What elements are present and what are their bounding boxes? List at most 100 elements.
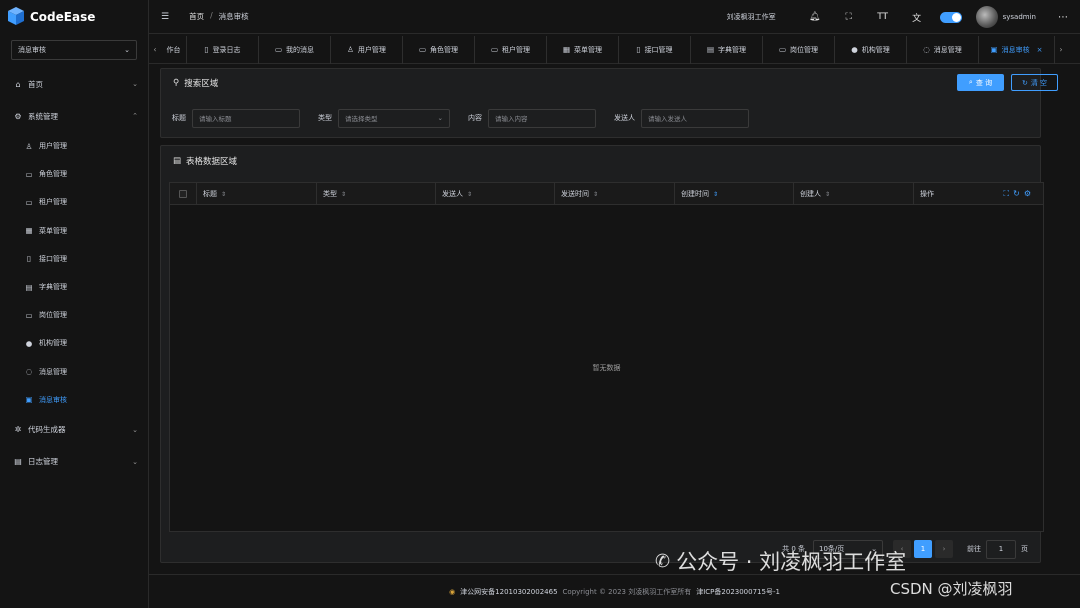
translate-icon[interactable]: 文: [900, 11, 934, 24]
sidebar-item-apis[interactable]: ▯ 接口管理: [0, 245, 148, 273]
search-area-icon: ⚲: [173, 78, 180, 88]
menu-search-select[interactable]: 消息审核 ⌄: [11, 40, 137, 60]
tab-workbench[interactable]: 作台: [161, 35, 187, 64]
type-select[interactable]: 请选择类型 ⌄: [338, 108, 450, 128]
collapse-menu-icon[interactable]: ☰: [161, 12, 169, 22]
sidebar-item-users[interactable]: ♙ 用户管理: [0, 132, 148, 160]
sidebar-item-messages[interactable]: ◌ 消息管理: [0, 358, 148, 386]
sidebar-item-menus[interactable]: ▦ 菜单管理: [0, 217, 148, 245]
sidebar-item-label: 菜单管理: [39, 226, 67, 235]
select-all-checkbox[interactable]: [179, 190, 187, 198]
more-icon[interactable]: ⋯: [1058, 12, 1068, 23]
sort-icon[interactable]: ⇕: [713, 191, 718, 198]
chevron-up-icon: ⌃: [132, 112, 138, 120]
sidebar-item-logs[interactable]: ▤ 日志管理 ⌄: [0, 446, 148, 478]
username[interactable]: sysadmin: [1003, 13, 1036, 21]
sidebar-item-codegen[interactable]: ✲ 代码生成器 ⌄: [0, 414, 148, 446]
tab-my-messages[interactable]: ▭ 我的消息: [259, 35, 331, 64]
settings-icon[interactable]: ⚙: [1024, 189, 1035, 198]
icp-record[interactable]: 津ICP备2023000715号-1: [696, 587, 780, 597]
tab-label: 我的消息: [286, 45, 315, 54]
column-type[interactable]: 类型 ⇕: [317, 183, 436, 205]
sidebar-item-roles[interactable]: ▭ 角色管理: [0, 160, 148, 188]
logo[interactable]: CodeEase: [0, 0, 148, 34]
sidebar-menu: ⌂ 首页 ⌄ ⚙ 系统管理 ⌃ ♙ 用户管理 ▭ 角色管理 ▭ 租户管理 ▦ 菜单管理 …: [0, 68, 148, 478]
data-table: 标题 ⇕ 类型 ⇕ 发送人 ⇕ 发送时间 ⇕ 创建时间 ⇕ 创建人 ⇕ 操作 ⛶↻⚙ 暂无数…: [169, 182, 1044, 532]
fullscreen-icon[interactable]: ⛶: [1004, 189, 1014, 198]
content-input[interactable]: 请输入内容: [488, 108, 596, 128]
chevron-down-icon: ⌄: [124, 46, 130, 54]
chat-icon: ◌: [923, 45, 930, 54]
copyright: Copyright © 2023 刘凌枫羽工作室所有: [562, 587, 692, 596]
avatar[interactable]: [975, 6, 998, 28]
sort-icon[interactable]: ⇕: [825, 191, 830, 198]
tab-apis[interactable]: ▯ 接口管理: [619, 35, 691, 64]
sidebar-item-label: 机构管理: [39, 339, 67, 348]
sort-icon[interactable]: ⇕: [593, 191, 598, 198]
sidebar-item-tenants[interactable]: ▭ 租户管理: [0, 188, 148, 216]
tab-orgs[interactable]: ● 机构管理: [835, 35, 907, 64]
table-card-title: 表格数据区域: [186, 157, 238, 167]
grid-icon: ▦: [25, 226, 33, 236]
studio-link[interactable]: 刘凌枫羽工作室: [727, 12, 776, 22]
tab-dicts[interactable]: ▤ 字典管理: [691, 35, 763, 64]
tab-label: 消息审核: [1001, 45, 1030, 54]
sort-icon[interactable]: ⇕: [221, 191, 226, 198]
reset-button[interactable]: ↻ 清 空: [1011, 74, 1058, 91]
sidebar-item-dicts[interactable]: ▤ 字典管理: [0, 273, 148, 301]
tab-tenants[interactable]: ▭ 租户管理: [475, 35, 547, 64]
tab-roles[interactable]: ▭ 角色管理: [403, 35, 475, 64]
tab-posts[interactable]: ▭ 岗位管理: [763, 35, 835, 64]
close-icon[interactable]: ×: [1037, 46, 1043, 54]
tab-label: 菜单管理: [574, 45, 603, 54]
chevron-left-icon[interactable]: ‹: [149, 45, 161, 54]
sidebar-item-label: 代码生成器: [28, 425, 66, 435]
cog-icon: ✲: [14, 425, 22, 435]
column-create-time[interactable]: 创建时间 ⇕: [675, 183, 794, 205]
column-send-time[interactable]: 发送时间 ⇕: [555, 183, 675, 205]
bell-icon[interactable]: 🔔︎: [798, 12, 832, 22]
query-button-label: 查 询: [975, 78, 993, 87]
title-input[interactable]: 请输入标题: [192, 108, 300, 128]
sidebar-item-posts[interactable]: ▭ 岗位管理: [0, 301, 148, 329]
sort-icon[interactable]: ⇕: [467, 191, 472, 198]
sidebar-item-label: 用户管理: [39, 142, 67, 151]
search-card: ⚲ 搜索区域 ⌕ 查 询 ↻ 清 空 标题 请输入标题 类型 请选择类型 ⌄ 内容 请…: [160, 68, 1058, 138]
column-creator[interactable]: 创建人 ⇕: [794, 183, 914, 205]
sidebar-item-label: 消息管理: [39, 367, 67, 376]
chevron-right-icon[interactable]: ›: [1055, 45, 1067, 54]
app-root: CodeEase 消息审核 ⌄ ⌂ 首页 ⌄ ⚙ 系统管理 ⌃ ♙ 用户管理 ▭ 角…: [0, 0, 1080, 608]
sidebar-item-orgs[interactable]: ● 机构管理: [0, 329, 148, 357]
column-title[interactable]: 标题 ⇕: [197, 183, 317, 205]
sidebar-item-home[interactable]: ⌂ 首页 ⌄: [0, 68, 148, 100]
page-number-button[interactable]: 1: [914, 540, 932, 558]
tab-messages[interactable]: ◌ 消息管理: [907, 35, 979, 64]
breadcrumb-home[interactable]: 首页: [189, 11, 204, 22]
sidebar: CodeEase 消息审核 ⌄ ⌂ 首页 ⌄ ⚙ 系统管理 ⌃ ♙ 用户管理 ▭ 角…: [0, 0, 149, 608]
tab-login-log[interactable]: ▯ 登录日志: [187, 35, 259, 64]
sort-icon[interactable]: ⇕: [341, 191, 346, 198]
column-sender[interactable]: 发送人 ⇕: [436, 183, 555, 205]
query-button[interactable]: ⌕ 查 询: [957, 74, 1004, 91]
field-label: 内容: [468, 114, 482, 122]
goto-input[interactable]: 1: [986, 539, 1016, 559]
message-icon: ▭: [274, 45, 283, 54]
wechat-icon: ✆: [655, 550, 671, 572]
book-icon: ▤: [706, 45, 715, 54]
tab-menus[interactable]: ▦ 菜单管理: [547, 35, 619, 64]
font-size-icon[interactable]: TT: [866, 12, 900, 22]
next-page-button[interactable]: ›: [935, 540, 953, 558]
chevron-down-icon: ⌄: [132, 425, 138, 434]
api-icon: ▯: [636, 45, 641, 54]
police-record[interactable]: 津公网安备12010302002465: [460, 587, 557, 597]
theme-toggle[interactable]: [939, 11, 962, 23]
refresh-icon[interactable]: ↻: [1013, 189, 1024, 198]
search-icon: ⌕: [968, 78, 973, 86]
id-card-icon: ▭: [418, 45, 427, 54]
sender-input[interactable]: 请输入发送人: [641, 108, 749, 128]
fullscreen-icon[interactable]: ⛶: [832, 12, 866, 22]
sidebar-item-system[interactable]: ⚙ 系统管理 ⌃: [0, 100, 148, 132]
sidebar-item-message-audit[interactable]: ▣ 消息审核: [0, 386, 148, 414]
tab-users[interactable]: ♙ 用户管理: [331, 35, 403, 64]
tab-message-audit[interactable]: ▣ 消息审核 ×: [979, 35, 1055, 64]
